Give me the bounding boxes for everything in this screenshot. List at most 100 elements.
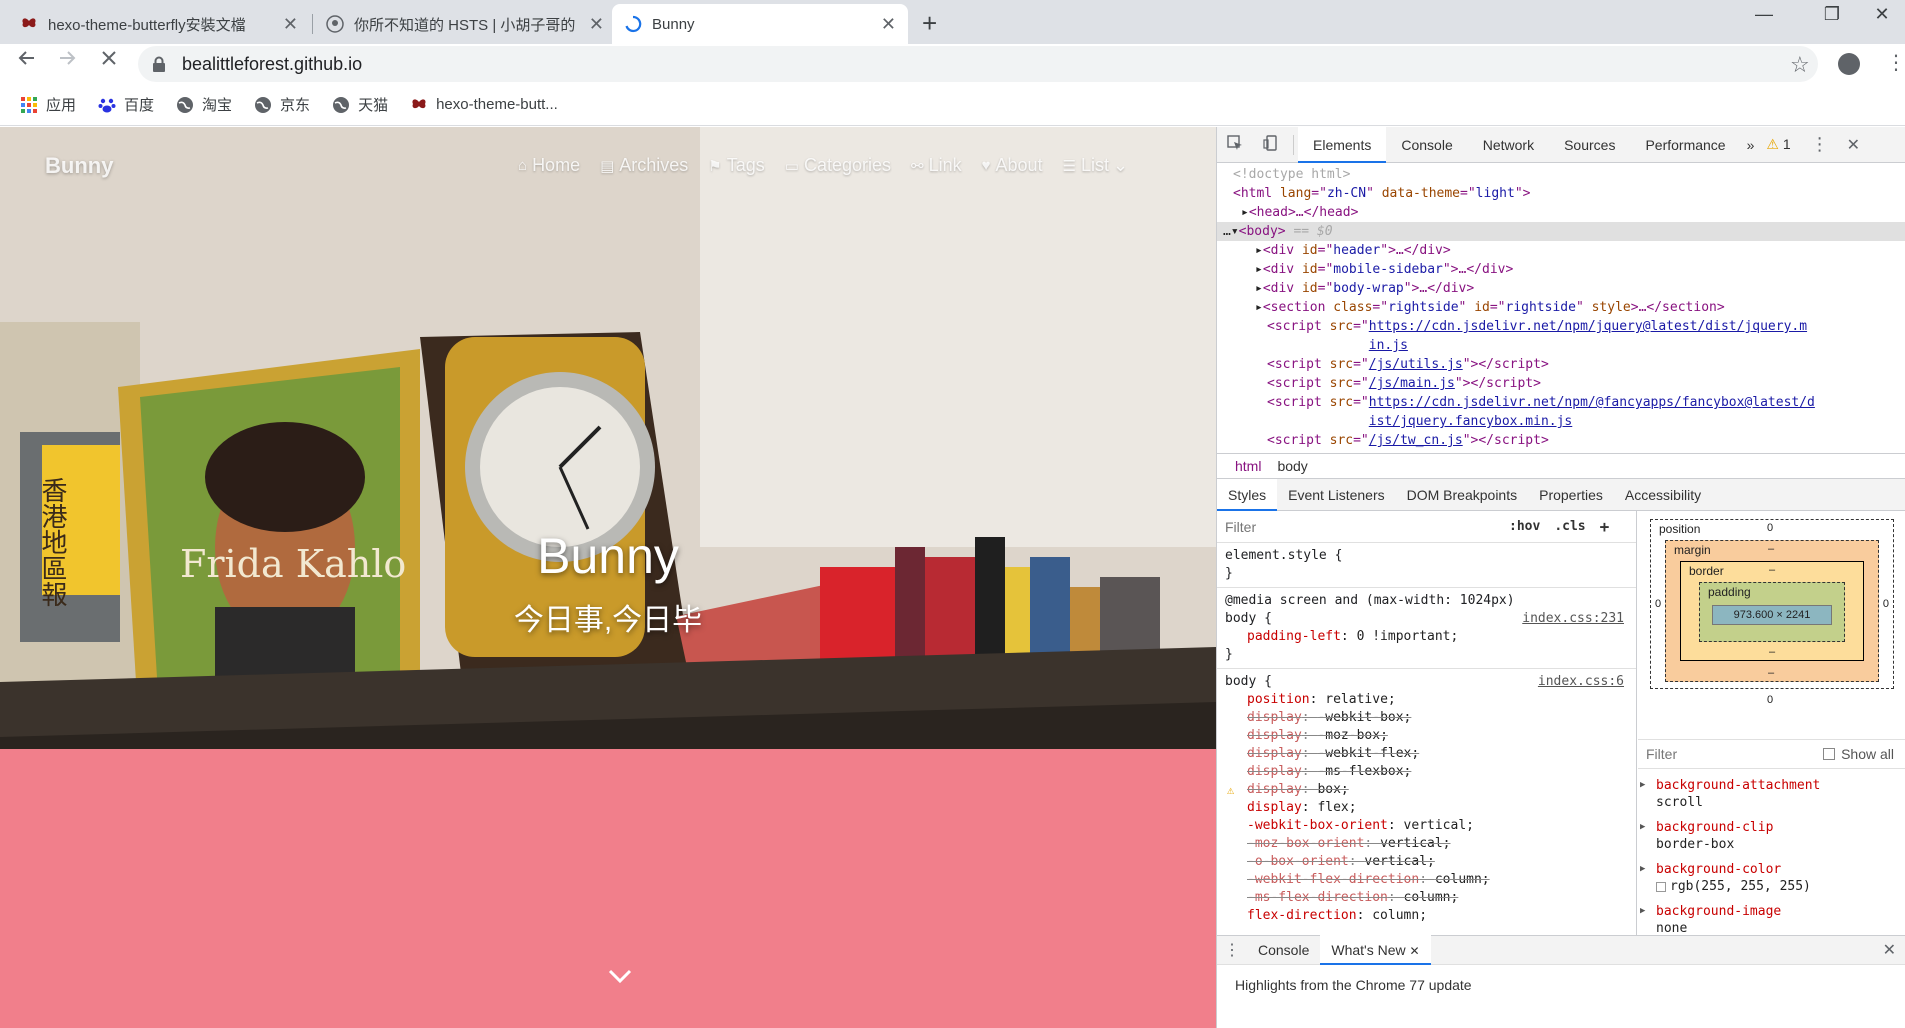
bookmark-jd[interactable]: 京东 bbox=[254, 94, 310, 115]
css-property[interactable]: -webkit-flex-direction: column; bbox=[1225, 871, 1628, 889]
bookmark-taobao[interactable]: 淘宝 bbox=[176, 94, 232, 115]
forward-button[interactable] bbox=[51, 48, 83, 74]
add-rule-icon[interactable]: + bbox=[1600, 517, 1610, 536]
class-toggle[interactable]: .cls bbox=[1554, 519, 1585, 534]
close-tab-icon[interactable]: ✕ bbox=[881, 14, 896, 35]
menu-item-archives[interactable]: ▤ Archives bbox=[600, 155, 688, 176]
subtab-event-listeners[interactable]: Event Listeners bbox=[1277, 479, 1396, 511]
back-button[interactable] bbox=[11, 48, 43, 74]
close-drawer-icon[interactable]: ✕ bbox=[1883, 940, 1896, 960]
subtab-accessibility[interactable]: Accessibility bbox=[1614, 479, 1712, 511]
css-property[interactable]: display: -ms-flexbox; bbox=[1225, 763, 1628, 781]
dom-line[interactable]: <script src="/js/utils.js"></script> bbox=[1233, 355, 1905, 374]
css-property[interactable]: display: flex; bbox=[1225, 799, 1628, 817]
bookmark-apps[interactable]: 应用 bbox=[20, 94, 76, 115]
dom-line[interactable]: <script src="https://cdn.jsdelivr.net/np… bbox=[1233, 317, 1905, 355]
box-margin[interactable]: margin – – border – – padding 973.600 × … bbox=[1665, 540, 1879, 682]
dom-line[interactable]: ▸<div id="header">…</div> bbox=[1233, 241, 1905, 260]
close-tab-icon[interactable]: ✕ bbox=[589, 14, 604, 35]
close-tab-icon[interactable]: ✕ bbox=[283, 14, 298, 35]
menu-item-tags[interactable]: ⚑ Tags bbox=[708, 155, 764, 176]
css-property[interactable]: flex-direction: column; bbox=[1225, 907, 1628, 925]
stop-loading-button[interactable] bbox=[93, 48, 125, 74]
menu-item-home[interactable]: ⌂ Home bbox=[518, 155, 580, 176]
address-bar[interactable]: bealittleforest.github.io bbox=[138, 46, 1818, 82]
css-property[interactable]: display: -webkit-box; bbox=[1225, 709, 1628, 727]
dom-line[interactable]: <html lang="zh-CN" data-theme="light"> bbox=[1233, 184, 1905, 203]
bookmark-tmall[interactable]: 天猫 bbox=[332, 94, 388, 115]
show-all-checkbox[interactable]: Show all bbox=[1823, 746, 1894, 762]
rule-source-link[interactable]: index.css:6 bbox=[1538, 673, 1624, 691]
css-property[interactable]: -moz-box-orient: vertical; bbox=[1225, 835, 1628, 853]
css-property[interactable]: display: -moz-box; bbox=[1225, 727, 1628, 745]
tab-performance[interactable]: Performance bbox=[1630, 127, 1740, 163]
computed-property[interactable]: ▶ background-color rgb(255, 255, 255) bbox=[1638, 857, 1905, 899]
browser-tab-hsts[interactable]: 你所不知道的 HSTS | 小胡子哥的 ✕ bbox=[314, 4, 616, 44]
minimize-button[interactable]: — bbox=[1736, 4, 1792, 25]
bookmark-hexo-theme[interactable]: hexo-theme-butt... bbox=[410, 96, 558, 114]
browser-tab-hexo-docs[interactable]: hexo-theme-butterfly安裝文檔 ✕ bbox=[8, 4, 310, 44]
menu-item-categories[interactable]: ▭ Categories bbox=[785, 155, 891, 176]
dom-tree[interactable]: <!doctype html> <html lang="zh-CN" data-… bbox=[1217, 165, 1905, 451]
rule-element-style[interactable]: element.style { } bbox=[1217, 543, 1636, 588]
drawer-menu-icon[interactable]: ⋮ bbox=[1217, 940, 1247, 960]
rule-media-body[interactable]: @media screen and (max-width: 1024px) bo… bbox=[1217, 588, 1636, 669]
css-property[interactable]: ⚠ display: box; bbox=[1225, 781, 1628, 799]
css-property[interactable]: position: relative; bbox=[1225, 691, 1628, 709]
menu-item-list[interactable]: ☰ List ⌄ bbox=[1063, 155, 1129, 176]
subtab-dom-breakpoints[interactable]: DOM Breakpoints bbox=[1396, 479, 1528, 511]
css-property[interactable]: padding-left: 0 !important; bbox=[1225, 628, 1628, 646]
css-property[interactable]: -ms-flex-direction: column; bbox=[1225, 889, 1628, 907]
box-padding[interactable]: padding 973.600 × 2241 bbox=[1699, 582, 1845, 642]
close-icon[interactable]: ✕ bbox=[1410, 944, 1420, 958]
close-devtools-icon[interactable]: ✕ bbox=[1847, 135, 1860, 154]
box-border[interactable]: border – – padding 973.600 × 2241 bbox=[1680, 561, 1864, 661]
browser-tab-bunny[interactable]: Bunny ✕ bbox=[612, 4, 908, 44]
tab-elements[interactable]: Elements bbox=[1298, 126, 1387, 163]
bookmark-baidu[interactable]: 百度 bbox=[98, 94, 154, 115]
tab-network[interactable]: Network bbox=[1468, 127, 1549, 163]
box-content[interactable]: 973.600 × 2241 bbox=[1712, 605, 1832, 625]
computed-property[interactable]: ▶ background-image none bbox=[1638, 899, 1905, 935]
color-swatch[interactable] bbox=[1656, 881, 1666, 892]
restore-button[interactable]: ❐ bbox=[1804, 4, 1860, 25]
dom-line[interactable]: <script src="/js/tw_cn.js"></script> bbox=[1233, 431, 1905, 450]
profile-avatar-icon[interactable] bbox=[1838, 53, 1860, 75]
menu-item-link[interactable]: ⚯ Link bbox=[911, 155, 962, 176]
chrome-menu-icon[interactable]: ⋮ bbox=[1886, 50, 1905, 75]
css-property[interactable]: -webkit-box-orient: vertical; bbox=[1225, 817, 1628, 835]
device-toolbar-icon[interactable] bbox=[1253, 134, 1289, 155]
breadcrumb-body[interactable]: body bbox=[1277, 458, 1307, 474]
tab-console[interactable]: Console bbox=[1386, 127, 1467, 163]
inspect-element-icon[interactable] bbox=[1217, 134, 1253, 155]
more-tabs-icon[interactable]: » bbox=[1741, 127, 1761, 163]
scroll-down-icon[interactable] bbox=[606, 962, 634, 990]
rule-body[interactable]: body { index.css:6 position: relative; di… bbox=[1217, 669, 1636, 929]
subtab-properties[interactable]: Properties bbox=[1528, 479, 1614, 511]
css-property[interactable]: display: -webkit-flex; bbox=[1225, 745, 1628, 763]
dom-line[interactable]: <!doctype html> bbox=[1233, 165, 1905, 184]
subtab-styles[interactable]: Styles bbox=[1217, 478, 1278, 511]
dom-line[interactable]: ▸<section class="rightside" id="rightsid… bbox=[1233, 298, 1905, 317]
warning-counter[interactable]: ⚠ 1 bbox=[1766, 136, 1790, 153]
dom-line[interactable]: ▸<div id="mobile-sidebar">…</div> bbox=[1233, 260, 1905, 279]
css-property[interactable]: -o-box-orient: vertical; bbox=[1225, 853, 1628, 871]
drawer-tab-console[interactable]: Console bbox=[1247, 935, 1320, 965]
close-window-button[interactable]: ✕ bbox=[1862, 4, 1902, 25]
devtools-menu-icon[interactable]: ⋮ bbox=[1811, 134, 1829, 155]
blog-brand[interactable]: Bunny bbox=[45, 153, 113, 179]
dom-line-head[interactable]: ▸<head>…</head> bbox=[1233, 203, 1905, 222]
styles-filter-input[interactable] bbox=[1225, 518, 1495, 535]
hover-state-toggle[interactable]: :hov bbox=[1509, 519, 1540, 534]
tab-sources[interactable]: Sources bbox=[1549, 127, 1630, 163]
computed-filter-input[interactable]: Filter bbox=[1646, 746, 1677, 762]
drawer-tab-whats-new[interactable]: What's New ✕ bbox=[1320, 935, 1431, 965]
computed-property[interactable]: ▶ background-attachment scroll bbox=[1638, 773, 1905, 815]
new-tab-button[interactable]: + bbox=[922, 8, 937, 39]
dom-line-body-selected[interactable]: …▾<body> == $0 bbox=[1217, 222, 1905, 241]
dom-line[interactable]: <script src="/js/main.js"></script> bbox=[1233, 374, 1905, 393]
menu-item-about[interactable]: ♥ About bbox=[982, 155, 1043, 176]
computed-property[interactable]: ▶ background-clip border-box bbox=[1638, 815, 1905, 857]
dom-line[interactable]: <script src="https://cdn.jsdelivr.net/np… bbox=[1233, 393, 1905, 431]
bookmark-star-icon[interactable]: ☆ bbox=[1790, 52, 1810, 78]
